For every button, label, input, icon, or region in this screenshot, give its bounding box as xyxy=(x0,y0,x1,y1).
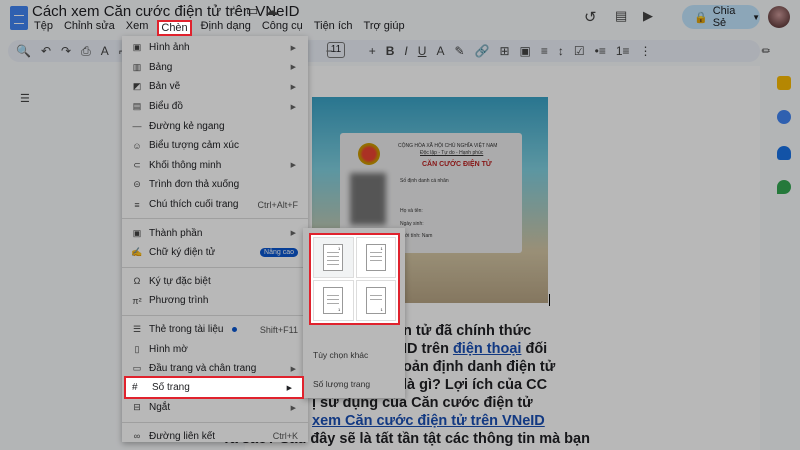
layout-header-right-skip-first[interactable]: 1 xyxy=(355,237,396,278)
page-thumbnail: 1 xyxy=(323,244,344,271)
submenu-arrow-icon: ▶ xyxy=(286,384,292,392)
page-thumbnail: 1 xyxy=(365,244,386,271)
page-thumbnail: 1 xyxy=(323,287,344,314)
hash-icon: # xyxy=(132,382,138,393)
page-number-layouts: 1 1 1 1 xyxy=(309,233,400,325)
menu-insert[interactable]: Chèn xyxy=(157,20,192,36)
page-thumbnail: 1 xyxy=(365,287,386,314)
layout-footer-right-all[interactable]: 1 xyxy=(313,280,354,321)
layout-footer-right-skip-first[interactable]: 1 xyxy=(355,280,396,321)
menu-label: Số trang xyxy=(152,382,190,393)
dim-overlay xyxy=(0,0,800,450)
menu-item-page-number[interactable]: # Số trang ▶ xyxy=(124,376,304,399)
layout-header-right-all[interactable]: 1 xyxy=(313,237,354,278)
